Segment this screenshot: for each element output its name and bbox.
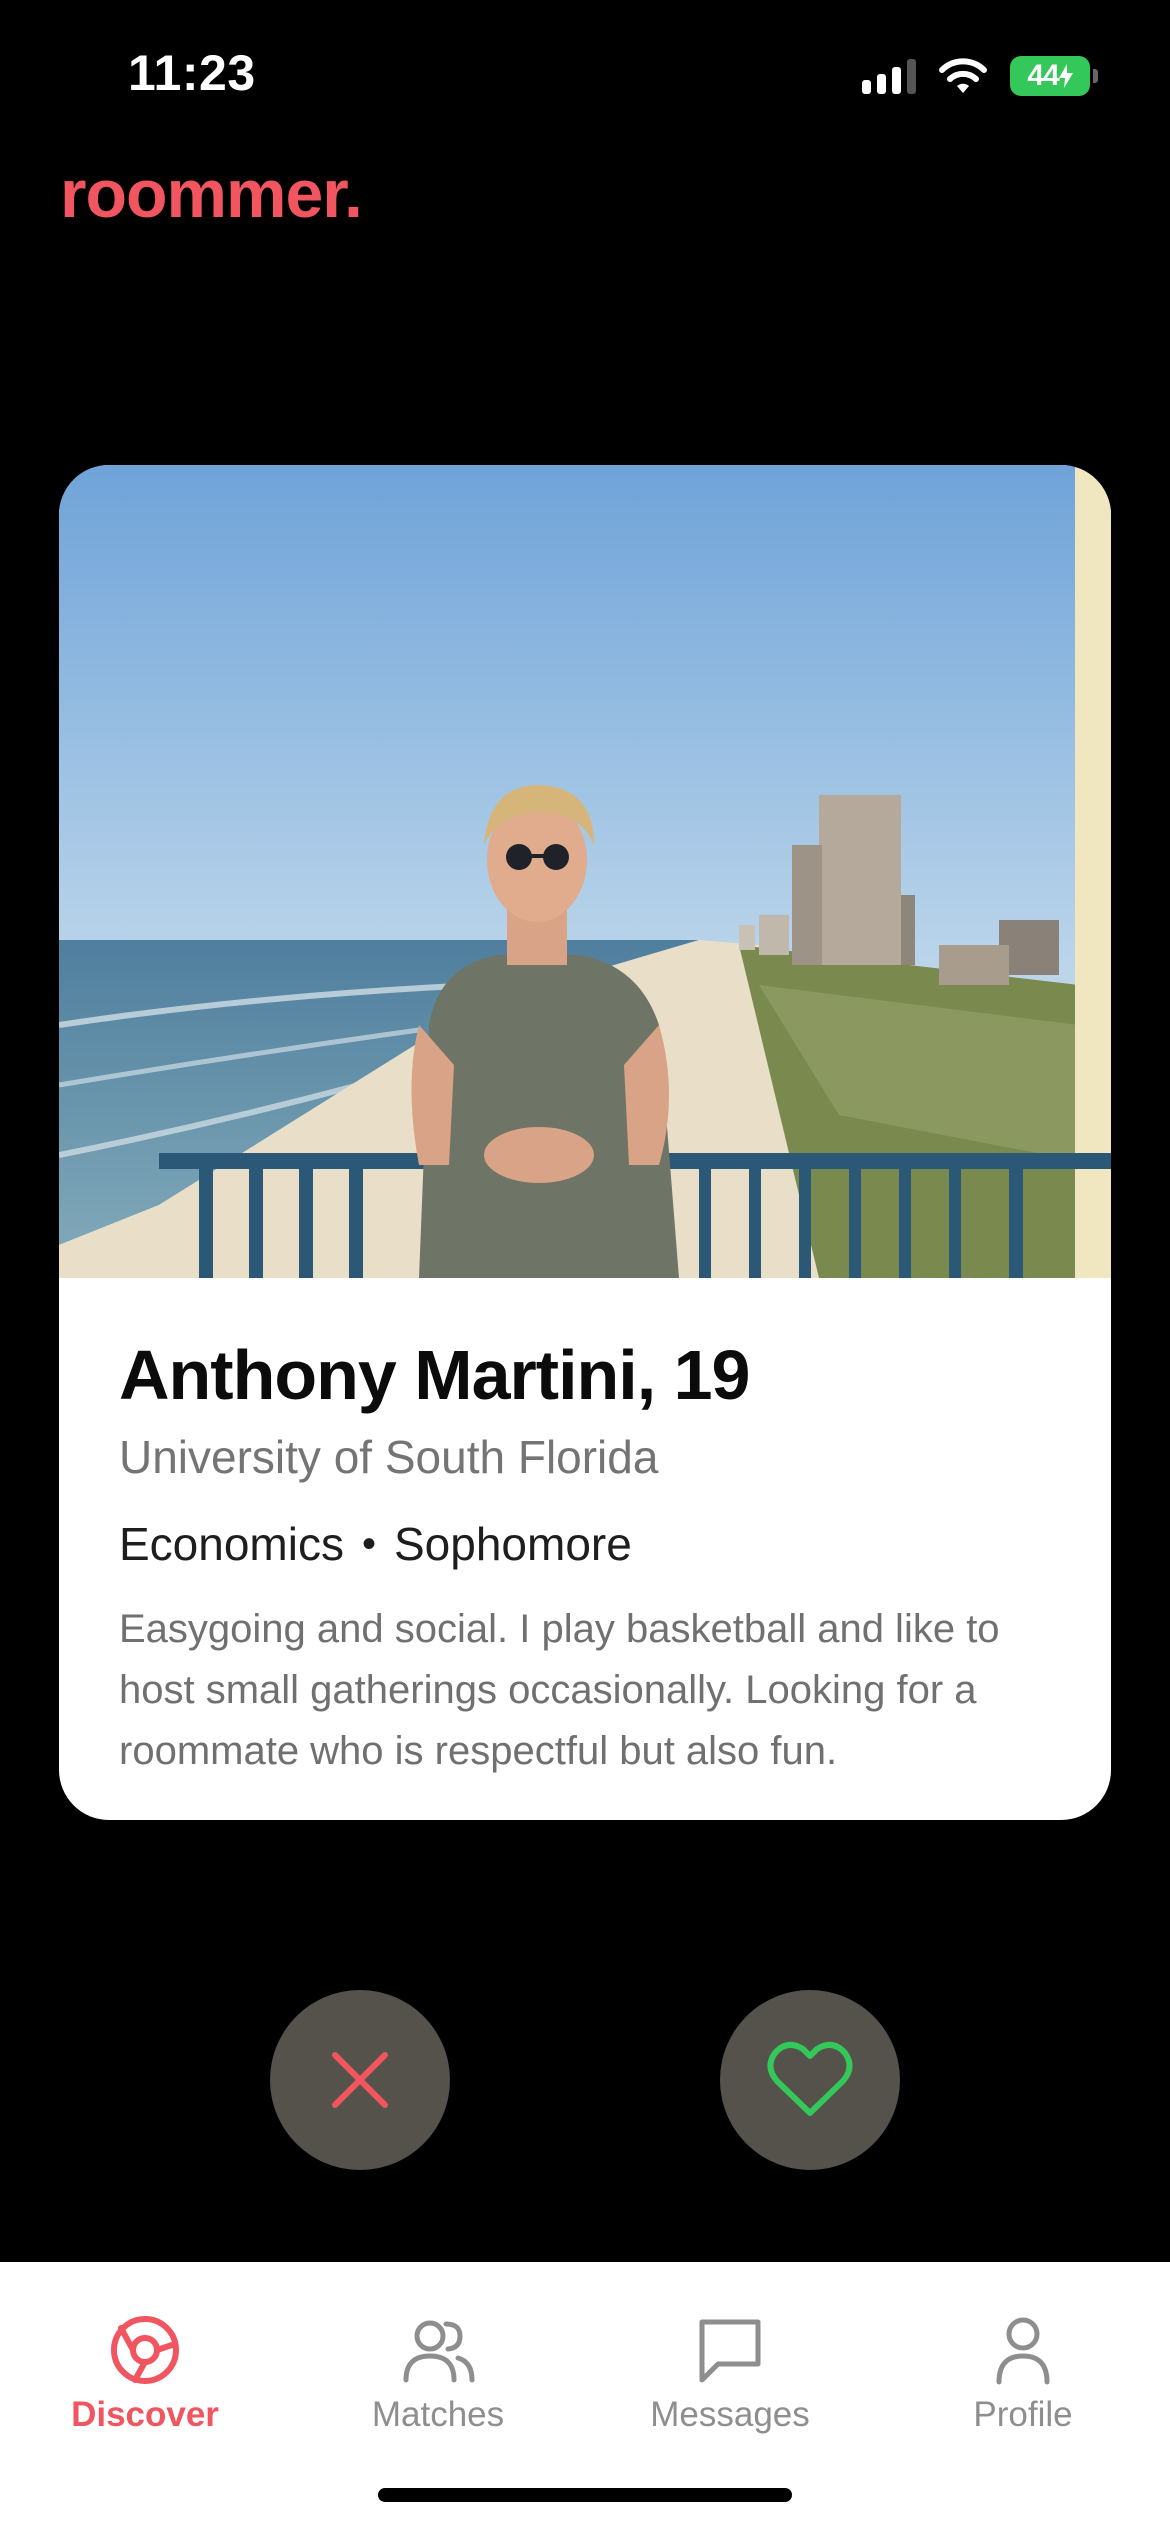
app-logo: roommer. xyxy=(60,156,363,232)
profile-academics: Economics • Sophomore xyxy=(119,1517,1051,1570)
like-button[interactable] xyxy=(720,1990,900,2170)
tab-matches[interactable]: Matches xyxy=(318,2314,558,2436)
profile-info: Anthony Martini, 19 University of South … xyxy=(59,1278,1111,1782)
heart-icon xyxy=(767,2041,853,2116)
status-icons: 44 xyxy=(862,54,1098,98)
status-bar: 11:23 44 xyxy=(0,0,1170,150)
tab-messages[interactable]: Messages xyxy=(610,2314,850,2436)
close-icon xyxy=(332,2052,388,2108)
profile-icon xyxy=(996,2317,1050,2385)
wifi-icon xyxy=(939,58,987,93)
tab-label: Messages xyxy=(650,2395,810,2434)
profile-name-age: Anthony Martini, 19 xyxy=(119,1336,750,1414)
status-time: 11:23 xyxy=(128,45,256,101)
profile-photo xyxy=(59,465,1111,1278)
profile-school: University of South Florida xyxy=(119,1431,659,1483)
profile-bio: Easygoing and social. I play basketball … xyxy=(119,1607,1000,1774)
charging-bolt-icon xyxy=(1058,64,1073,88)
messages-icon xyxy=(699,2319,761,2383)
battery-charging-icon: 44 xyxy=(1010,56,1098,96)
profile-year: Sophomore xyxy=(393,1517,632,1570)
tab-label: Discover xyxy=(71,2395,219,2434)
tab-bar: Discover Matches Messages Profile xyxy=(0,2262,1170,2532)
profile-card[interactable]: Anthony Martini, 19 University of South … xyxy=(59,465,1111,1820)
pass-button[interactable] xyxy=(270,1990,450,2170)
matches-icon xyxy=(403,2320,475,2383)
signal-icon xyxy=(862,58,916,94)
battery-level: 44 xyxy=(1027,59,1059,92)
home-indicator[interactable] xyxy=(378,2488,792,2502)
tab-label: Matches xyxy=(371,2395,505,2434)
tab-profile[interactable]: Profile xyxy=(903,2314,1143,2436)
discover-icon xyxy=(111,2316,179,2384)
meta-separator: • xyxy=(361,1521,376,1566)
profile-major: Economics xyxy=(119,1517,344,1570)
tab-discover[interactable]: Discover xyxy=(25,2314,265,2436)
tab-label: Profile xyxy=(973,2395,1073,2434)
